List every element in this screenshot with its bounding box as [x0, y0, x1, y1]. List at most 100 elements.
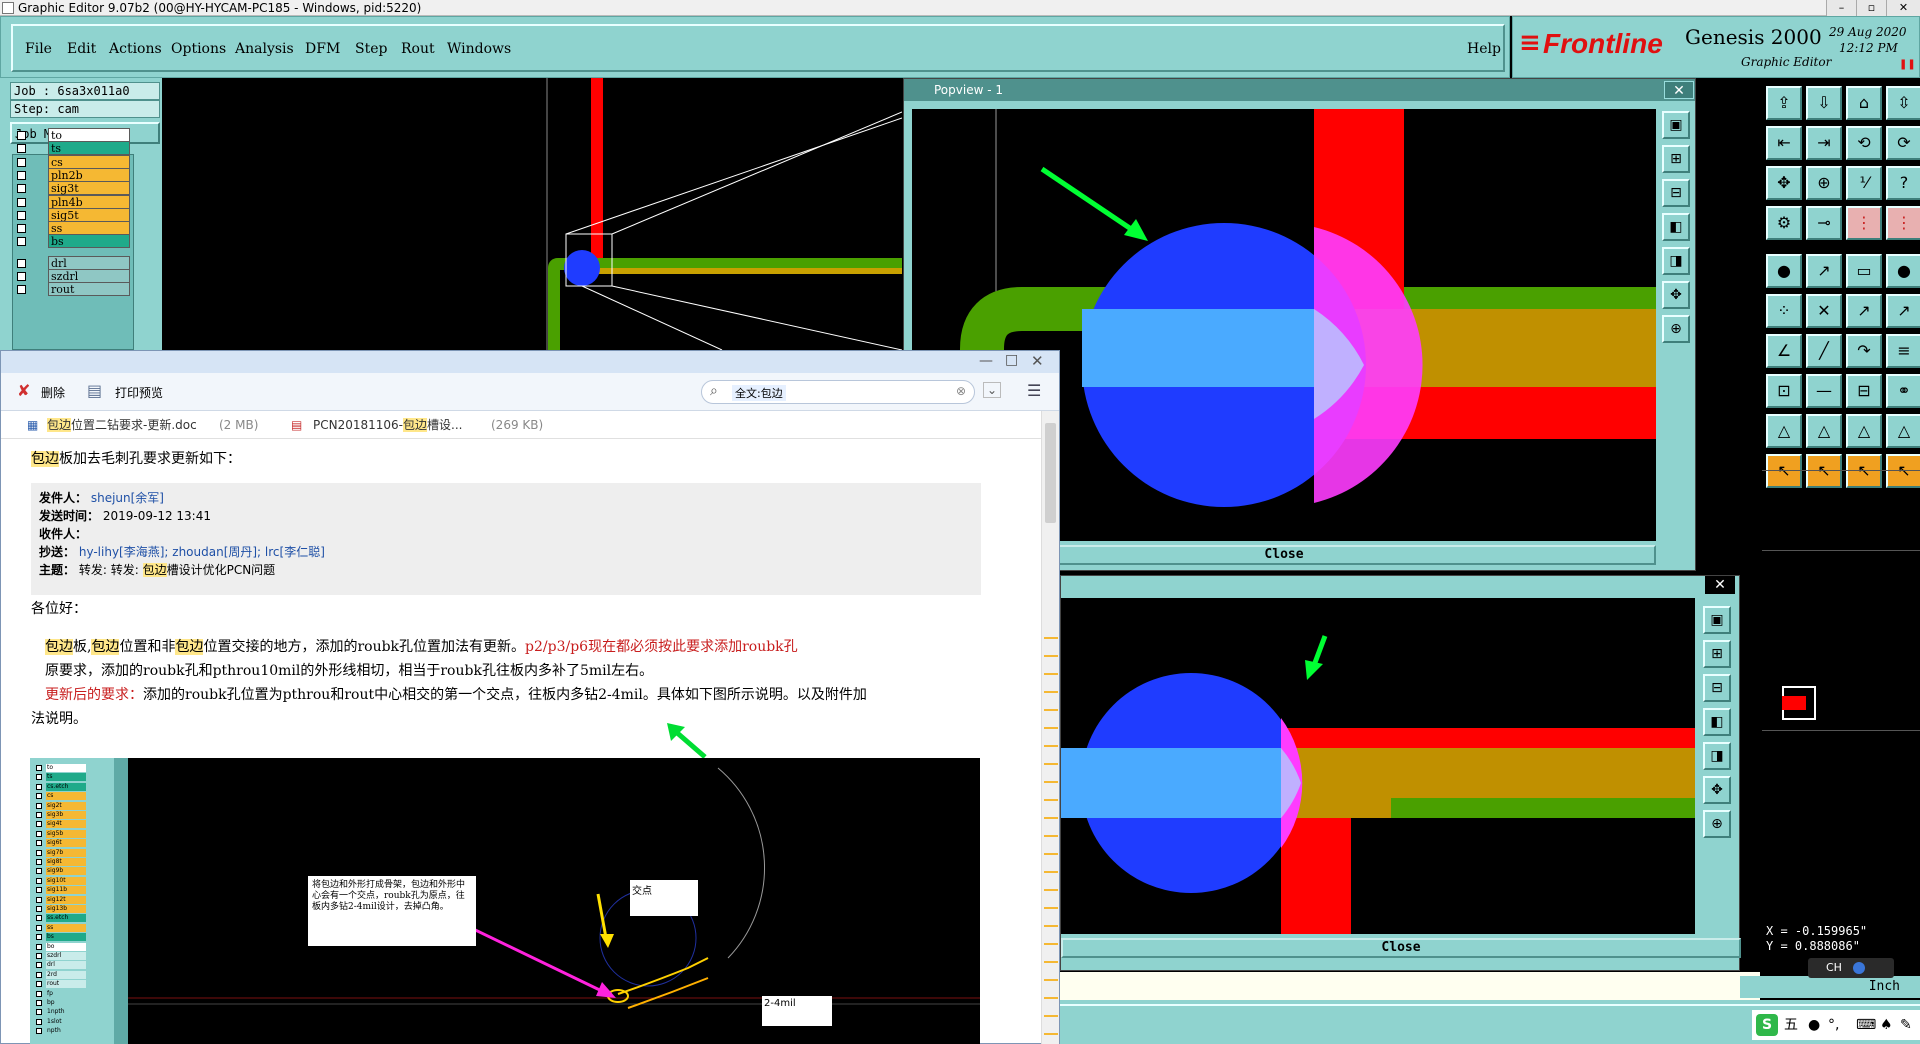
layer-name[interactable]: ts: [48, 141, 130, 156]
layer-checkbox[interactable]: [17, 210, 26, 220]
tool-button-1-3-icon[interactable]: ⟳: [1886, 126, 1920, 160]
layer-checkbox[interactable]: [17, 170, 26, 180]
layer-checkbox[interactable]: [17, 197, 26, 207]
tool-button-8-0-icon[interactable]: △: [1766, 414, 1802, 448]
ime-logo-icon[interactable]: S: [1756, 1014, 1778, 1036]
tool-button-6-0-icon[interactable]: ∠: [1766, 334, 1802, 368]
layer-checkbox[interactable]: [17, 144, 26, 154]
layer-checkbox[interactable]: [17, 285, 26, 295]
attachment-2[interactable]: PCN20181106-包边槽设...: [313, 411, 462, 439]
layer-item[interactable]: pln4b: [14, 194, 132, 209]
tool-button-5-2-icon[interactable]: ↗: [1846, 294, 1882, 328]
tool-button-9-1-icon[interactable]: ↖: [1806, 454, 1842, 488]
fit-all-icon[interactable]: ⊕: [1703, 810, 1731, 838]
minimize-icon[interactable]: —: [979, 353, 993, 369]
tool-button-0-3-icon[interactable]: ⇳: [1886, 86, 1920, 120]
tool-button-0-0-icon[interactable]: ⇪: [1766, 86, 1802, 120]
layer-item[interactable]: ts: [14, 141, 132, 156]
layer-name[interactable]: sig5t: [48, 207, 130, 222]
layer-name[interactable]: drl: [48, 255, 130, 270]
minimize-button[interactable]: –: [1826, 0, 1856, 16]
layer-item[interactable]: szdrl: [14, 269, 132, 283]
attachment-1[interactable]: 包边位置二钻要求-更新.doc: [47, 411, 197, 439]
popview-2-close-icon[interactable]: ✕: [1705, 576, 1735, 594]
pan-right-icon[interactable]: ◨: [1662, 247, 1690, 275]
menu-dfm[interactable]: DFM: [305, 41, 340, 57]
tool-button-9-2-icon[interactable]: ↖: [1846, 454, 1882, 488]
tool-button-9-0-icon[interactable]: ↖: [1766, 454, 1802, 488]
from-value[interactable]: shejun[余军]: [91, 491, 164, 505]
layer-name[interactable]: to: [48, 128, 130, 142]
menu-file[interactable]: File: [25, 41, 52, 57]
print-preview-button[interactable]: 打印预览: [115, 384, 163, 401]
tool-button-8-1-icon[interactable]: △: [1806, 414, 1842, 448]
tool-button-2-0-icon[interactable]: ✥: [1766, 166, 1802, 200]
search-input[interactable]: 全文:包边: [732, 385, 786, 401]
tool-button-8-3-icon[interactable]: △: [1886, 414, 1920, 448]
layer-name[interactable]: ss: [48, 221, 130, 236]
tool-button-0-2-icon[interactable]: ⌂: [1846, 86, 1882, 120]
close-icon[interactable]: ✕: [1031, 352, 1044, 370]
clear-search-icon[interactable]: ⊗: [956, 384, 966, 398]
layer-item[interactable]: ss: [14, 221, 132, 236]
layer-checkbox[interactable]: [17, 184, 26, 194]
layer-item[interactable]: pln2b: [14, 167, 132, 182]
zoom-out-icon[interactable]: ⊟: [1703, 674, 1731, 702]
tool-button-6-2-icon[interactable]: ↷: [1846, 334, 1882, 368]
delete-button[interactable]: 删除: [41, 384, 65, 401]
menu-actions[interactable]: Actions: [109, 41, 162, 57]
scrollbar-thumb[interactable]: [1045, 423, 1056, 523]
tool-button-6-3-icon[interactable]: ≡: [1886, 334, 1920, 368]
tool-button-4-2-icon[interactable]: ▭: [1846, 254, 1882, 288]
menu-list-icon[interactable]: ☰: [1027, 381, 1041, 400]
tool-button-3-1-icon[interactable]: ⊸: [1806, 206, 1842, 240]
tool-button-7-2-icon[interactable]: ⊟: [1846, 374, 1882, 408]
layer-item[interactable]: sig5t: [14, 207, 132, 222]
layer-name[interactable]: sig3t: [48, 181, 130, 196]
layer-checkbox[interactable]: [17, 237, 26, 247]
tool-button-1-1-icon[interactable]: ⇥: [1806, 126, 1842, 160]
email-scrollbar[interactable]: [1041, 411, 1059, 1044]
layer-checkbox[interactable]: [17, 131, 26, 140]
tool-button-0-1-icon[interactable]: ⇩: [1806, 86, 1842, 120]
zoom-in-icon[interactable]: ⊞: [1662, 145, 1690, 173]
zoom-out-icon[interactable]: ⊟: [1662, 179, 1690, 207]
layer-item[interactable]: sig3t: [14, 181, 132, 196]
search-box[interactable]: ⌕ 全文:包边 ⊗: [701, 380, 975, 404]
tool-button-3-3-icon[interactable]: ⋮: [1886, 206, 1920, 240]
pan-left-icon[interactable]: ◧: [1703, 708, 1731, 736]
tool-button-4-1-icon[interactable]: ↗: [1806, 254, 1842, 288]
tool-button-4-3-icon[interactable]: ●: [1886, 254, 1920, 288]
tool-button-5-3-icon[interactable]: ↗: [1886, 294, 1920, 328]
delete-icon[interactable]: ✘: [17, 381, 30, 400]
popview-2-close-button[interactable]: Close: [1061, 938, 1741, 958]
tool-button-2-2-icon[interactable]: ⅟: [1846, 166, 1882, 200]
layer-checkbox[interactable]: [17, 272, 26, 281]
menu-help[interactable]: Help: [1467, 41, 1501, 57]
tool-button-9-3-icon[interactable]: ↖: [1886, 454, 1920, 488]
keyboard-icon[interactable]: ⌨: [1856, 1010, 1876, 1040]
layer-name[interactable]: pln2b: [48, 167, 130, 182]
tool-button-7-3-icon[interactable]: ⚭: [1886, 374, 1920, 408]
menu-windows[interactable]: Windows: [447, 41, 511, 57]
print-icon[interactable]: ▤: [87, 381, 102, 400]
layer-name[interactable]: szdrl: [48, 269, 130, 283]
menu-options[interactable]: Options: [171, 41, 226, 57]
layer-item[interactable]: drl: [14, 255, 132, 270]
menu-edit[interactable]: Edit: [67, 41, 96, 57]
menu-analysis[interactable]: Analysis: [235, 41, 294, 57]
pan-right-icon[interactable]: ◨: [1703, 742, 1731, 770]
popview-1-close-icon[interactable]: ✕: [1664, 81, 1694, 99]
tool-button-1-0-icon[interactable]: ⇤: [1766, 126, 1802, 160]
fit-home-icon[interactable]: ✥: [1703, 776, 1731, 804]
layer-item[interactable]: to: [14, 128, 132, 142]
tool-button-7-0-icon[interactable]: ⊡: [1766, 374, 1802, 408]
tool-button-6-1-icon[interactable]: ╱: [1806, 334, 1842, 368]
tool-button-3-0-icon[interactable]: ⚙: [1766, 206, 1802, 240]
tool-button-7-1-icon[interactable]: —: [1806, 374, 1842, 408]
help-icon[interactable]: [1853, 962, 1866, 974]
menu-rout[interactable]: Rout: [401, 41, 435, 57]
menu-step[interactable]: Step: [355, 41, 387, 57]
skin-icon[interactable]: ♠: [1880, 1010, 1893, 1040]
popview-2-canvas[interactable]: [1061, 598, 1695, 934]
